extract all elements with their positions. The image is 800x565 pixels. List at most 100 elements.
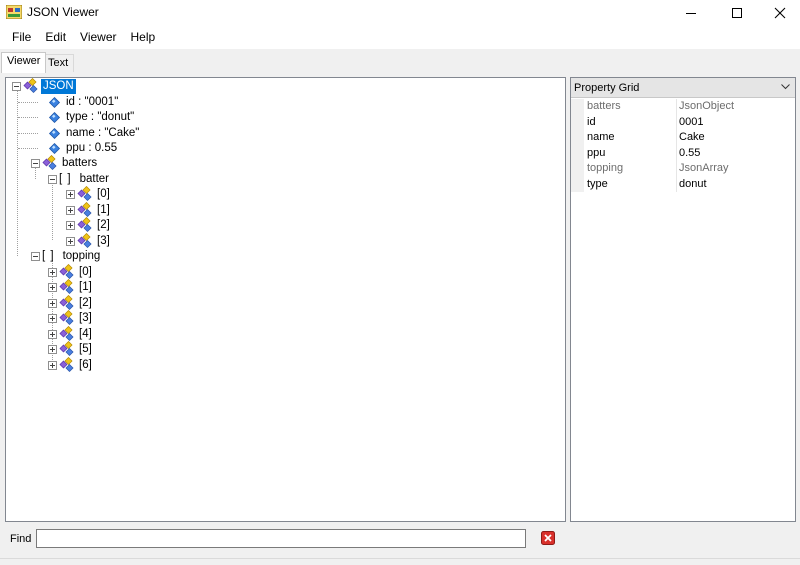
property-row-batters[interactable]: batters JsonObject [571, 99, 795, 115]
json-object-icon [42, 155, 58, 171]
property-row-ppu[interactable]: ppu 0.55 [571, 145, 795, 161]
expand-icon[interactable] [66, 189, 75, 199]
tree-node-topping[interactable]: [ ] topping [31, 248, 102, 264]
app-icon [6, 5, 22, 19]
close-icon [774, 7, 786, 18]
tree-node-id[interactable]: id : "0001" [46, 94, 120, 110]
tree-node-label: [1] [97, 203, 110, 216]
tree-node-label: [6] [79, 358, 92, 371]
collapse-icon[interactable] [31, 158, 40, 168]
menu-viewer[interactable]: Viewer [73, 25, 123, 49]
tree-node-topping-5[interactable]: [5] [48, 341, 94, 357]
tree-node-label: ppu : 0.55 [66, 141, 118, 154]
property-row-name[interactable]: name Cake [571, 130, 795, 146]
tree-node-label: batters [62, 156, 98, 169]
expand-icon[interactable] [48, 313, 57, 323]
json-object-icon [59, 310, 75, 326]
collapse-icon[interactable] [48, 174, 57, 184]
tree-node-topping-0[interactable]: [0] [48, 264, 94, 280]
property-value[interactable]: Cake [679, 131, 705, 143]
property-value[interactable]: 0001 [679, 116, 703, 128]
tree-node-ppu[interactable]: ppu : 0.55 [46, 140, 119, 156]
tree-connector [18, 148, 38, 149]
tree-connector [17, 90, 18, 256]
tree-node-label: JSON [41, 78, 76, 94]
json-object-icon [77, 217, 93, 233]
minimize-button[interactable] [668, 0, 714, 25]
json-object-icon [59, 326, 75, 342]
expand-icon[interactable] [48, 267, 57, 277]
tree-node-label: [5] [79, 342, 92, 355]
tree-node-label: type : "donut" [66, 110, 135, 123]
tree-node-batter[interactable]: [ ] batter [48, 171, 111, 187]
find-input[interactable] [36, 529, 526, 548]
json-object-icon [77, 233, 93, 249]
property-value[interactable]: donut [679, 178, 707, 190]
tree-node-topping-1[interactable]: [1] [48, 279, 94, 295]
tree-connector [18, 133, 38, 134]
status-edge [0, 558, 800, 559]
json-value-icon [46, 94, 62, 110]
tree-node-type[interactable]: type : "donut" [46, 109, 136, 125]
json-object-icon [23, 78, 39, 94]
tree-node-topping-2[interactable]: [2] [48, 295, 94, 311]
json-object-icon [59, 357, 75, 373]
expand-icon[interactable] [48, 282, 57, 292]
window-title: JSON Viewer [27, 5, 99, 19]
tree-node-batter-1[interactable]: [1] [66, 202, 112, 218]
expand-icon[interactable] [66, 205, 75, 215]
tree-node-root[interactable]: JSON [12, 78, 76, 94]
minimize-icon [686, 12, 696, 14]
tree-node-topping-3[interactable]: [3] [48, 310, 94, 326]
json-object-icon [59, 264, 75, 280]
expand-icon[interactable] [66, 236, 75, 246]
property-name: name [587, 131, 615, 143]
tree-node-topping-4[interactable]: [4] [48, 326, 94, 342]
menu-bar: File Edit Viewer Help [0, 25, 800, 49]
property-row-id[interactable]: id 0001 [571, 114, 795, 130]
tree-connector [18, 102, 38, 103]
property-grid-title: Property Grid [574, 82, 640, 94]
find-label: Find [10, 533, 32, 545]
json-tree-view[interactable]: JSON id : "0001" type : "donut" name : "… [5, 77, 566, 522]
property-name: type [587, 177, 608, 190]
clear-find-button[interactable] [541, 531, 555, 545]
tree-node-label: [0] [97, 187, 110, 200]
tree-connector [52, 182, 53, 240]
tree-node-batter-0[interactable]: [0] [66, 186, 112, 202]
expand-icon[interactable] [48, 344, 57, 354]
expand-icon[interactable] [48, 298, 57, 308]
tree-node-label: [1] [79, 280, 92, 293]
property-row-topping[interactable]: topping JsonArray [571, 161, 795, 177]
tree-node-label: [3] [79, 311, 92, 324]
json-object-icon [77, 186, 93, 202]
property-row-type[interactable]: type donut [571, 176, 795, 192]
tree-node-name[interactable]: name : "Cake" [46, 125, 141, 141]
property-value: JsonObject [679, 100, 735, 112]
tab-text[interactable]: Text [42, 54, 75, 72]
maximize-button[interactable] [714, 0, 760, 25]
property-value[interactable]: 0.55 [679, 147, 700, 159]
json-object-icon [59, 295, 75, 311]
collapse-icon[interactable] [31, 251, 40, 261]
tree-node-batter-2[interactable]: [2] [66, 217, 112, 233]
tree-node-topping-6[interactable]: [6] [48, 357, 94, 373]
json-array-icon: [ ] [59, 173, 72, 185]
property-grid-selector[interactable]: Property Grid [571, 78, 795, 98]
expand-icon[interactable] [48, 360, 57, 370]
menu-edit[interactable]: Edit [38, 25, 73, 49]
tree-node-label: [3] [97, 234, 110, 247]
property-name: ppu [587, 146, 606, 159]
collapse-icon[interactable] [12, 81, 21, 91]
tab-viewer[interactable]: Viewer [1, 52, 47, 73]
menu-file[interactable]: File [5, 25, 38, 49]
expand-icon[interactable] [48, 329, 57, 339]
tree-node-batter-3[interactable]: [3] [66, 233, 112, 249]
tree-node-batters[interactable]: batters [31, 155, 99, 171]
close-button[interactable] [757, 0, 800, 25]
expand-icon[interactable] [66, 220, 75, 230]
tree-node-label: batter [79, 172, 110, 185]
chevron-down-icon [781, 84, 790, 90]
menu-help[interactable]: Help [124, 25, 163, 49]
tree-node-label: [2] [97, 218, 110, 231]
